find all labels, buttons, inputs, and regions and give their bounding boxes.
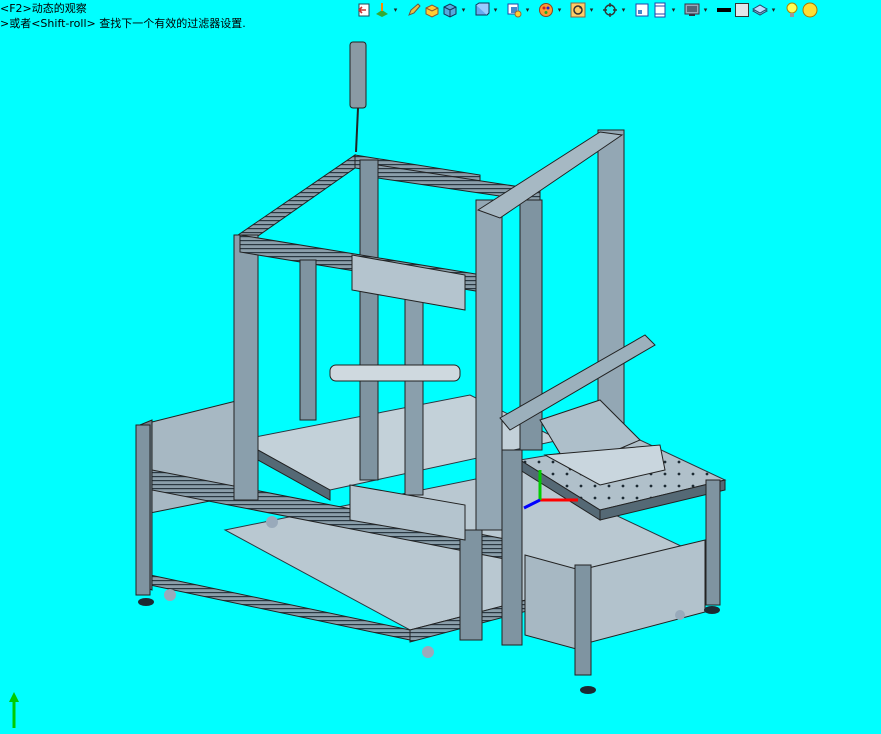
post-back-left: [359, 159, 379, 481]
spindle: [329, 364, 461, 382]
post-center: [299, 259, 317, 421]
leg-front-left: [135, 424, 151, 596]
leg-front-mid: [459, 529, 483, 641]
leg-back-right: [705, 479, 721, 606]
post-center-left: [404, 294, 424, 496]
signal-tower-pole: [355, 107, 359, 153]
signal-tower: [349, 41, 367, 109]
post-front-left: [233, 234, 259, 501]
leg-front-right: [574, 564, 592, 676]
right-cabinet: [524, 554, 581, 651]
post-tall-front: [475, 199, 503, 531]
leg-mid: [501, 449, 523, 646]
machine-frame-model[interactable]: [0, 0, 881, 734]
reference-triad: [9, 692, 19, 728]
